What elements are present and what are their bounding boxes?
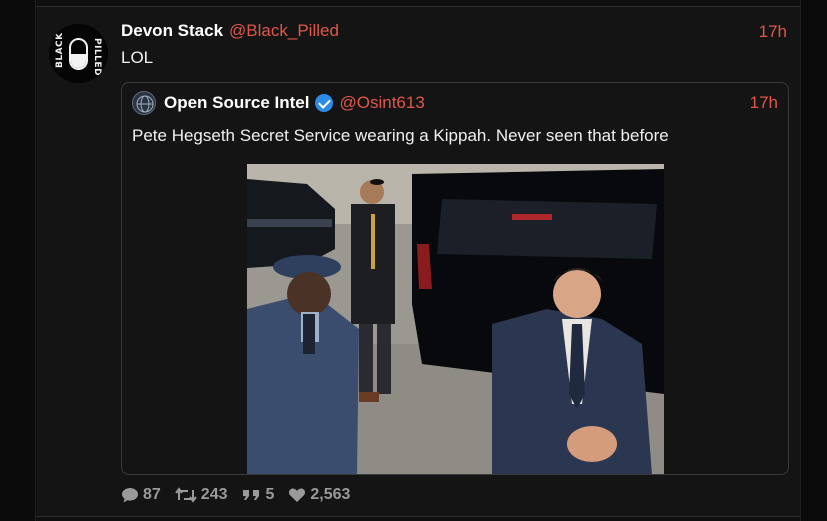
- globe-icon: [136, 95, 154, 113]
- engagement-stats: 87 243 5 2,563: [121, 486, 350, 504]
- retweet-icon: [174, 487, 197, 503]
- speech-bubble-icon: [122, 488, 138, 503]
- author-handle[interactable]: @Black_Pilled: [229, 21, 339, 41]
- retweets-stat[interactable]: 243: [174, 486, 228, 504]
- page: BLACK PILLED Devon Stack @Black_Pilled 1…: [0, 0, 827, 521]
- quotes-count: 5: [265, 486, 275, 503]
- quoted-avatar[interactable]: [132, 91, 156, 115]
- post-timestamp[interactable]: 17h: [759, 22, 787, 42]
- bottom-divider: [36, 516, 800, 517]
- right-rail: [800, 0, 827, 521]
- quoted-text: Pete Hegseth Secret Service wearing a Ki…: [132, 126, 669, 145]
- quoted-post[interactable]: Open Source Intel @Osint613 17h Pete Heg…: [121, 82, 789, 475]
- attached-photo[interactable]: [247, 164, 664, 474]
- quoted-header: Open Source Intel @Osint613: [164, 93, 425, 113]
- likes-stat[interactable]: 2,563: [288, 486, 350, 504]
- quote-icon: [242, 490, 259, 500]
- quoted-author-name[interactable]: Open Source Intel: [164, 93, 309, 113]
- replies-stat[interactable]: 87: [121, 486, 161, 504]
- likes-count: 2,563: [310, 486, 351, 503]
- heart-icon: [289, 488, 306, 502]
- avatar[interactable]: BLACK PILLED: [49, 24, 108, 83]
- post-text: LOL: [121, 48, 154, 67]
- left-rail: [0, 0, 36, 521]
- replies-count: 87: [143, 486, 161, 503]
- retweets-count: 243: [200, 486, 228, 503]
- author-name[interactable]: Devon Stack: [121, 21, 223, 41]
- avatar-text-left: BLACK: [55, 32, 65, 68]
- verified-badge-icon: [315, 94, 334, 112]
- photo-illustration: [247, 164, 664, 474]
- post-header: Devon Stack @Black_Pilled: [121, 21, 339, 43]
- quotes-stat[interactable]: 5: [242, 486, 275, 504]
- avatar-text-right: PILLED: [92, 38, 102, 77]
- quoted-timestamp[interactable]: 17h: [750, 93, 778, 113]
- quoted-author-handle[interactable]: @Osint613: [339, 93, 424, 113]
